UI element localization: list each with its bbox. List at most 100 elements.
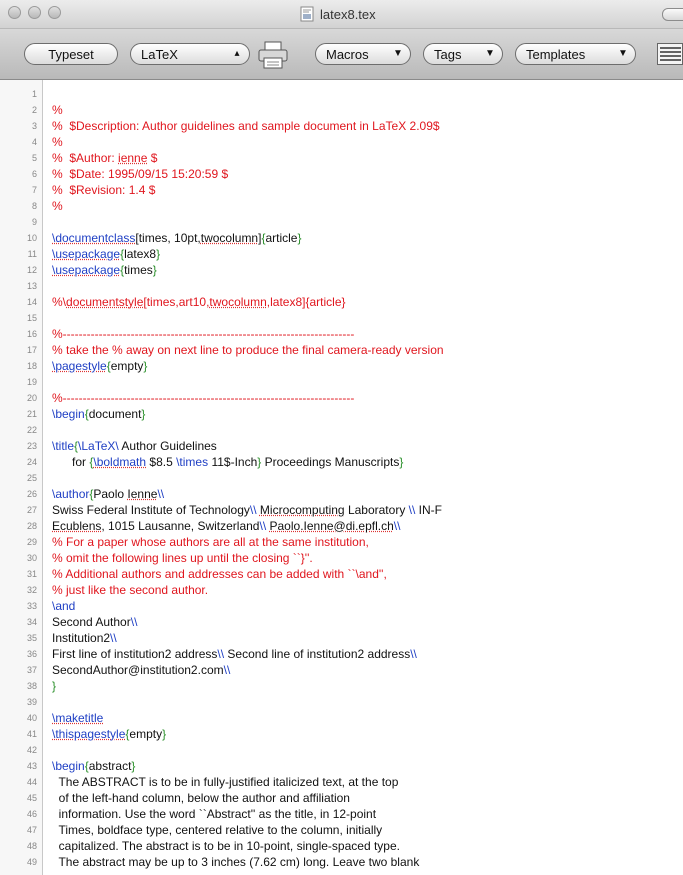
code-line[interactable]: 34 Second Author\\ bbox=[0, 614, 683, 630]
code-line[interactable]: 19 bbox=[0, 374, 683, 390]
templates-menu-button[interactable]: Templates ▼ bbox=[515, 43, 636, 65]
line-number: 18 bbox=[26, 361, 37, 371]
code-token: \title bbox=[52, 439, 75, 453]
code-line[interactable]: 20 %-------------------------------------… bbox=[0, 390, 683, 406]
code-line[interactable]: 36 First line of institution2 address \\ S… bbox=[0, 646, 683, 662]
code-line[interactable]: 18 \pagestyle{empty} bbox=[0, 358, 683, 374]
line-text: Ecublens, 1015 Lausanne, Switzerland \\ P… bbox=[52, 519, 400, 533]
code-line[interactable]: 22 bbox=[0, 422, 683, 438]
code-line[interactable]: 28 Ecublens, 1015 Lausanne, Switzerland \\… bbox=[0, 518, 683, 534]
code-line[interactable]: 11 \usepackage{latex8} bbox=[0, 246, 683, 262]
line-text: %---------------------------------------… bbox=[52, 391, 354, 405]
code-token: Paolo bbox=[93, 487, 128, 501]
code-line[interactable]: 16 %-------------------------------------… bbox=[0, 326, 683, 342]
code-line[interactable]: 48 capitalized. The abstract is to be in… bbox=[0, 838, 683, 854]
line-number: 32 bbox=[26, 585, 37, 595]
line-number: 35 bbox=[26, 633, 37, 643]
code-line[interactable]: 42 bbox=[0, 742, 683, 758]
code-line[interactable]: 15 bbox=[0, 310, 683, 326]
source-editor[interactable]: 1 2% 3% $Description: Author guidelines an… bbox=[0, 80, 683, 875]
code-token: \LaTeX\ bbox=[78, 439, 119, 453]
line-number: 28 bbox=[26, 521, 37, 531]
code-line[interactable]: 35 Institution2\\ bbox=[0, 630, 683, 646]
code-token: \author bbox=[52, 487, 90, 501]
line-number: 45 bbox=[26, 793, 37, 803]
code-token: article bbox=[265, 231, 298, 245]
code-line[interactable]: 37 SecondAuthor@institution2.com\\ bbox=[0, 662, 683, 678]
macros-menu-button[interactable]: Macros ▼ bbox=[315, 43, 411, 65]
code-line[interactable]: 13 bbox=[0, 278, 683, 294]
code-line[interactable]: 46 information. Use the word ``Abstract'… bbox=[0, 806, 683, 822]
toolbar-toggle-button[interactable] bbox=[662, 8, 683, 21]
code-line[interactable]: 49 The abstract may be up to 3 inches (7… bbox=[0, 854, 683, 870]
line-text: % For a paper whose authors are all at t… bbox=[52, 535, 369, 549]
line-number: 4 bbox=[31, 137, 37, 147]
code-line[interactable]: 2% bbox=[0, 102, 683, 118]
code-line[interactable]: 26 \author{Paolo Ienne\\ bbox=[0, 486, 683, 502]
code-line[interactable]: 24 for {\boldmath $8.5 \times 11$-Inch} … bbox=[0, 454, 683, 470]
code-line[interactable]: 4% bbox=[0, 134, 683, 150]
code-line[interactable]: 5 % $Author: ienne $ bbox=[0, 150, 683, 166]
code-line[interactable]: 14 %\documentstyle[times,art10,twocolumn,… bbox=[0, 294, 683, 310]
code-token: %---------------------------------------… bbox=[52, 327, 355, 341]
code-line[interactable]: 25 bbox=[0, 470, 683, 486]
code-line[interactable]: 23 \title{\LaTeX\ Author Guidelines bbox=[0, 438, 683, 454]
line-text: \pagestyle{empty} bbox=[52, 359, 147, 373]
line-number: 8 bbox=[31, 201, 37, 211]
code-line[interactable]: 9 bbox=[0, 214, 683, 230]
code-line[interactable]: 6 % $Date: 1995/09/15 15:20:59 $ bbox=[0, 166, 683, 182]
minimize-window-button[interactable] bbox=[28, 6, 41, 19]
line-number: 37 bbox=[26, 665, 37, 675]
code-token: ienne bbox=[118, 151, 148, 165]
line-text: Times, boldface type, centered relative … bbox=[52, 823, 382, 837]
code-line[interactable]: 8% bbox=[0, 198, 683, 214]
line-number: 24 bbox=[26, 457, 37, 467]
line-number: 43 bbox=[26, 761, 37, 771]
line-text: of the left-hand column, below the autho… bbox=[52, 791, 350, 805]
code-token: } bbox=[399, 455, 404, 469]
code-token: twocolumn bbox=[209, 295, 267, 309]
code-line[interactable]: 30 % omit the following lines up until th… bbox=[0, 550, 683, 566]
code-line[interactable]: 40 \maketitle bbox=[0, 710, 683, 726]
code-line[interactable]: 43 \begin{abstract} bbox=[0, 758, 683, 774]
line-number: 42 bbox=[26, 745, 37, 755]
code-line[interactable]: 17 % take the % away on next line to prod… bbox=[0, 342, 683, 358]
typeset-button[interactable]: Typeset bbox=[24, 43, 118, 65]
code-token: \\ bbox=[410, 647, 417, 661]
code-line[interactable]: 29 % For a paper whose authors are all at… bbox=[0, 534, 683, 550]
tags-menu-button[interactable]: Tags ▼ bbox=[423, 43, 503, 65]
line-number: 1 bbox=[31, 89, 37, 99]
code-line[interactable]: 1 bbox=[0, 86, 683, 102]
code-token: \begin bbox=[52, 407, 85, 421]
lines-icon[interactable] bbox=[657, 43, 683, 65]
code-token: The ABSTRACT is to be in fully-justified… bbox=[52, 775, 399, 789]
close-window-button[interactable] bbox=[8, 6, 21, 19]
title-bar[interactable]: latex8.tex bbox=[0, 0, 683, 29]
code-line[interactable]: 47 Times, boldface type, centered relati… bbox=[0, 822, 683, 838]
line-text: \usepackage{latex8} bbox=[52, 247, 160, 261]
line-number: 11 bbox=[27, 249, 37, 259]
code-line[interactable]: 44 The ABSTRACT is to be in fully-justif… bbox=[0, 774, 683, 790]
code-line[interactable]: 41 \thispagestyle{empty} bbox=[0, 726, 683, 742]
code-line[interactable]: 38} bbox=[0, 678, 683, 694]
code-line[interactable]: 45 of the left-hand column, below the au… bbox=[0, 790, 683, 806]
code-line[interactable]: 32 % just like the second author. bbox=[0, 582, 683, 598]
code-line[interactable]: 33 \and bbox=[0, 598, 683, 614]
code-line[interactable]: 21 \begin{document} bbox=[0, 406, 683, 422]
line-number: 12 bbox=[26, 265, 37, 275]
code-line[interactable]: 39 bbox=[0, 694, 683, 710]
printer-icon[interactable] bbox=[256, 40, 290, 70]
code-line[interactable]: 10 \documentclass[times, 10pt,twocolumn]{… bbox=[0, 230, 683, 246]
format-select[interactable]: LaTeX ▴ bbox=[130, 43, 250, 65]
line-number: 21 bbox=[26, 409, 37, 419]
code-line[interactable]: 31 % Additional authors and addresses can… bbox=[0, 566, 683, 582]
tags-label: Tags bbox=[434, 46, 462, 62]
line-number: 29 bbox=[26, 537, 37, 547]
code-line[interactable]: 27 Swiss Federal Institute of Technology\… bbox=[0, 502, 683, 518]
code-line[interactable]: 12 \usepackage{times} bbox=[0, 262, 683, 278]
code-line[interactable]: 3 % $Description: Author guidelines and s… bbox=[0, 118, 683, 134]
zoom-window-button[interactable] bbox=[48, 6, 61, 19]
line-text: \begin{abstract} bbox=[52, 759, 135, 773]
line-number: 31 bbox=[26, 569, 37, 579]
code-line[interactable]: 7 % $Revision: 1.4 $ bbox=[0, 182, 683, 198]
